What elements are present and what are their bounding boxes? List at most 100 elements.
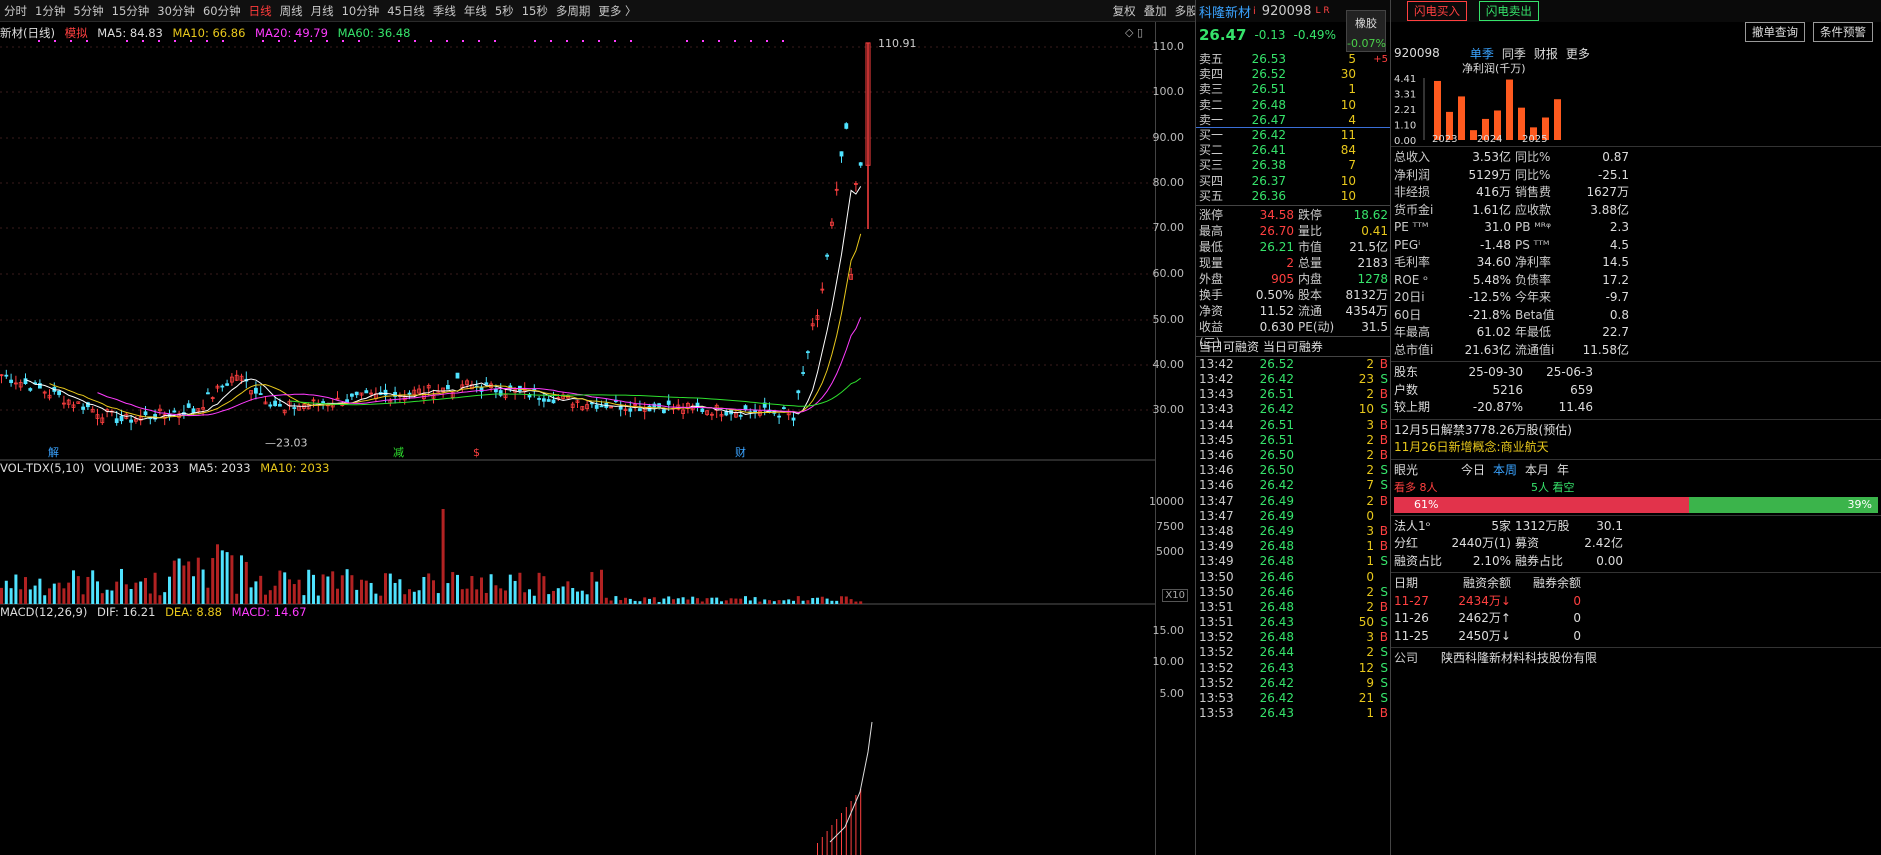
unlock-notice[interactable]: 12月5日解禁3778.26万股(预估) [1391,422,1881,440]
period-tab[interactable]: 5分钟 [69,3,107,19]
orderbook-row[interactable]: 买二 26.41 84 [1196,143,1390,158]
fin-metric-key: Beta值 [1515,307,1555,322]
concept-notice[interactable]: 11月26日新增概念:商业航天 [1391,439,1881,457]
period-tab[interactable]: 日线 [245,3,276,19]
orderbook-row[interactable]: 买四 26.37 10 [1196,174,1390,189]
fin-tab[interactable]: 更多 [1566,47,1590,61]
fin-tab[interactable]: 财报 [1534,47,1558,61]
period-tab[interactable]: 分时 [0,3,31,19]
fin-metric-key: PE ᵀᵀᴹ [1394,220,1429,234]
stat-key: 收益(三) [1199,319,1224,350]
stock-name[interactable]: 科隆新材 [1199,2,1251,21]
volume-bar [345,569,349,604]
margin-cell: 11-27 [1394,593,1429,608]
tick-volume: 23 [1358,372,1374,387]
tick-row: 13:51 26.43 50 S [1196,615,1390,630]
eye-tab[interactable]: 年 [1557,463,1569,477]
eye-row: 眼光 今日 本周 本月年 [1391,462,1881,480]
ob-extra [1356,128,1388,143]
stat-value: 26.21 [1259,239,1294,254]
low-price-label: —23.03 [265,437,308,450]
tool-item[interactable]: 复权 [1109,3,1140,19]
period-tab[interactable]: 15分钟 [108,3,154,19]
volume-bar [422,576,426,604]
holder-table: 股东 25-09-30 25-06-3 户数 5216 659 较上期 -20.87% 11.4… [1391,364,1881,417]
period-tab[interactable]: 月线 [307,3,338,19]
kline-candle [662,409,666,414]
volume-bar [705,598,709,604]
quote-panel: 科隆新材 i 920098 L R 橡胶 -0.07% 26.47 -0.13 … [1195,0,1390,855]
volume-bar [460,589,464,604]
orderbook-row[interactable]: 卖五 26.53 5 +5 [1196,52,1390,67]
stat-key: 量比 [1298,223,1323,238]
orderbook-row[interactable]: 买五 26.36 10 [1196,189,1390,204]
volume-bar [172,560,176,604]
flash-buy-button[interactable]: 闪电买入 [1407,1,1467,21]
period-tab[interactable]: 季线 [429,3,460,19]
margin-cell: 2462万↑ [1458,611,1511,625]
fin-tab[interactable]: 同季 [1502,47,1526,61]
company-row[interactable]: 公司 陕西科隆新材料科技股份有限 [1391,650,1881,668]
tick-volume: 2 [1366,356,1374,371]
fin-metric-key: 同比% [1515,150,1551,164]
condition-alert-button[interactable]: 条件预警 [1813,22,1873,42]
kline-candle [119,415,124,422]
period-tab[interactable]: 更多 〉 [594,3,640,19]
volume-bar [624,597,627,604]
volume-bar [811,598,815,604]
tick-list[interactable]: 13:42 26.52 2 B 13:42 26.42 23 S 13:43 26.51 2 B 13:… [1196,357,1390,722]
tick-price: 26.42 [1259,372,1294,387]
orderbook-row[interactable]: 卖二 26.48 10 [1196,98,1390,113]
eye-tab[interactable]: 本月 [1525,463,1549,477]
tool-item[interactable]: 叠加 [1140,3,1171,19]
fin-metric-value: 21.63亿 [1464,342,1511,357]
volume-bar [825,598,829,604]
bull-count: 看多 8人 [1394,481,1438,494]
volume-bar [552,590,555,604]
volume-bar [475,589,479,604]
info-icon[interactable]: i [1253,6,1256,17]
fin-tab[interactable]: 单季 [1470,47,1494,61]
eye-tab[interactable]: 今日 [1461,463,1485,477]
period-tab[interactable]: 30分钟 [153,3,199,19]
margin-cell: 2434万↓ [1458,593,1511,608]
price-axis: X10 110.0 100.0 90.00 80.00 70.00 60.00 50.00 4… [1149,22,1190,855]
volume-bar [432,580,435,604]
fin-metric-row: 货币金i 1.61亿 应收款 3.88亿 [1391,202,1881,220]
orderbook-row[interactable]: 卖四 26.52 30 [1196,67,1390,82]
orderbook-row[interactable]: 卖三 26.51 1 [1196,82,1390,97]
fin-chart-year: 2023 [1432,134,1457,144]
orderbook-row[interactable]: 买一 26.42 11 [1196,128,1390,143]
period-tab[interactable]: 45日线 [383,3,429,19]
volume-bar [38,578,42,604]
flash-sell-button[interactable]: 闪电卖出 [1478,1,1539,21]
period-tab[interactable]: 60分钟 [199,3,245,19]
tick-volume: 1 [1366,554,1374,569]
kline-candle [258,393,263,395]
sector-badge[interactable]: 橡胶 -0.07% [1346,10,1386,52]
fin-metric-value: -12.5% [1468,290,1511,304]
eye-tab[interactable]: 本周 [1493,463,1517,477]
fin-tab-row: 920098 单季 同季 财报 更多 [1391,44,1881,62]
period-tab[interactable]: 多周期 [552,3,595,19]
period-tab[interactable]: 周线 [276,3,307,19]
margin-cell: 2450万↓ [1458,628,1511,643]
volume-bar [96,581,99,604]
tick-price: 26.42 [1259,478,1294,493]
volume-bar [139,581,143,604]
period-tab[interactable]: 年线 [460,3,491,19]
kline-candle [551,399,556,404]
kline-candle [445,385,450,390]
period-tab[interactable]: 5秒 [491,3,518,19]
orderbook-row[interactable]: 卖一 26.47 4 [1196,113,1390,128]
volume-bar [302,595,306,604]
orderbook-row[interactable]: 买三 26.38 7 [1196,158,1390,173]
period-tab[interactable]: 15秒 [518,3,552,19]
extra-cell: 分红 [1394,536,1419,550]
cancel-query-button[interactable]: 撤单查询 [1745,22,1805,42]
tick-time: 13:50 [1199,569,1234,584]
period-tab[interactable]: 10分钟 [338,3,384,19]
ob-volume: 10 [1340,97,1356,112]
period-tab[interactable]: 1分钟 [31,3,69,19]
volume-bar [456,574,459,604]
